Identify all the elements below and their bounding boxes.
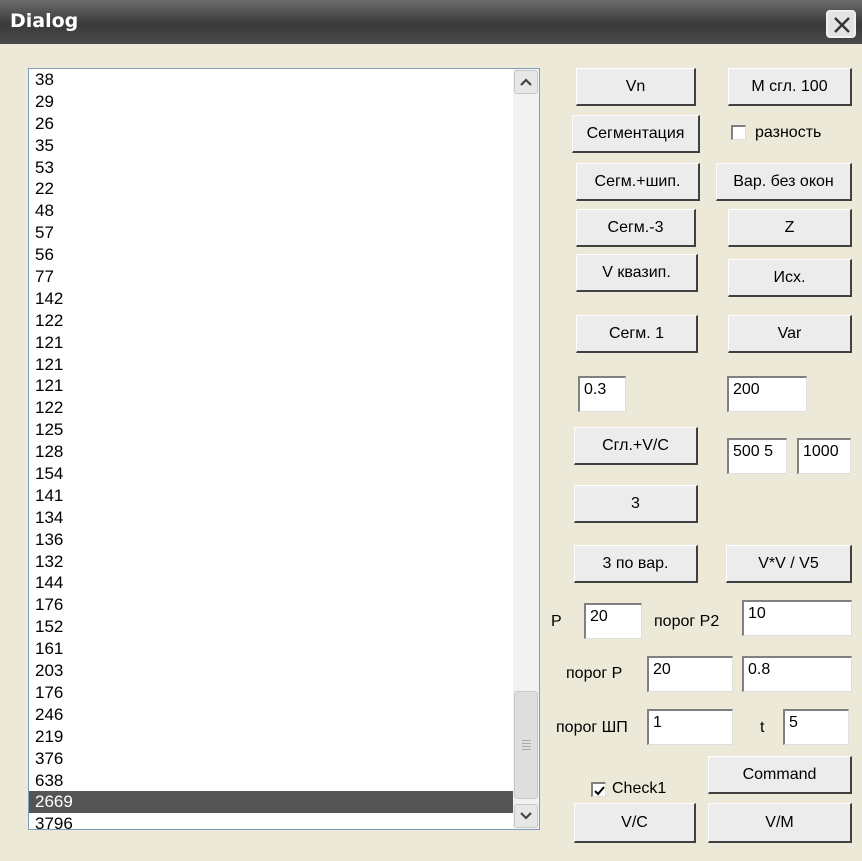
list-item[interactable]: 122 bbox=[29, 397, 513, 419]
field-1000[interactable]: 1000 bbox=[797, 438, 851, 474]
dialog-window: Dialog 38 29 26 35 53 22 48 57 56 77 142 122 121 121 1… bbox=[0, 0, 862, 861]
list-item[interactable]: 176 bbox=[29, 594, 513, 616]
chevron-up-icon bbox=[520, 78, 532, 86]
list-item[interactable]: 2669 bbox=[29, 791, 513, 814]
list-item[interactable]: 56 bbox=[29, 244, 513, 266]
list-item[interactable]: 638 bbox=[29, 770, 513, 792]
list-item[interactable]: 246 bbox=[29, 704, 513, 726]
segmentation-button[interactable]: Сегментация bbox=[572, 115, 700, 153]
seg1-button[interactable]: Сегм. 1 bbox=[576, 315, 698, 353]
difference-label: разность bbox=[755, 124, 822, 141]
list-item[interactable]: 22 bbox=[29, 178, 513, 200]
list-item[interactable]: 176 bbox=[29, 682, 513, 704]
check1-label: Check1 bbox=[612, 780, 667, 797]
list-item[interactable]: 134 bbox=[29, 507, 513, 529]
field-03[interactable]: 0.3 bbox=[578, 376, 626, 412]
list-item[interactable]: 152 bbox=[29, 616, 513, 638]
title-bar: Dialog bbox=[0, 0, 862, 44]
porog-p-field[interactable]: 20 bbox=[647, 656, 733, 692]
values-listbox[interactable]: 38 29 26 35 53 22 48 57 56 77 142 122 121 121 121 122 12… bbox=[28, 68, 540, 830]
scroll-down-button[interactable] bbox=[514, 804, 538, 828]
list-item[interactable]: 203 bbox=[29, 660, 513, 682]
t-label: t bbox=[760, 719, 765, 736]
list-item[interactable]: 26 bbox=[29, 113, 513, 135]
field-08[interactable]: 0.8 bbox=[742, 656, 852, 692]
list-item[interactable]: 136 bbox=[29, 529, 513, 551]
list-item[interactable]: 3796 bbox=[29, 813, 513, 829]
list-item[interactable]: 142 bbox=[29, 288, 513, 310]
vc-button[interactable]: V/C bbox=[574, 803, 696, 843]
list-item[interactable]: 144 bbox=[29, 572, 513, 594]
seg-ship-button[interactable]: Сегм.+шип. bbox=[576, 163, 700, 201]
seg3-button[interactable]: Сегм.-3 bbox=[576, 209, 696, 247]
list-item[interactable]: 29 bbox=[29, 91, 513, 113]
source-button[interactable]: Исх. bbox=[728, 259, 852, 297]
list-item[interactable]: 57 bbox=[29, 222, 513, 244]
list-item[interactable]: 219 bbox=[29, 726, 513, 748]
close-icon bbox=[834, 17, 850, 33]
list-item[interactable]: 121 bbox=[29, 375, 513, 397]
porog-p2-field[interactable]: 10 bbox=[742, 600, 852, 636]
list-item[interactable]: 121 bbox=[29, 354, 513, 376]
list-item[interactable]: 376 bbox=[29, 748, 513, 770]
check1-checkbox[interactable] bbox=[591, 782, 606, 797]
list-item[interactable]: 154 bbox=[29, 463, 513, 485]
t-field[interactable]: 5 bbox=[783, 709, 849, 745]
list-item[interactable]: 53 bbox=[29, 157, 513, 179]
porog-shp-field[interactable]: 1 bbox=[647, 709, 733, 745]
m-sgl-100-button[interactable]: М сгл. 100 bbox=[728, 68, 852, 106]
field-200[interactable]: 200 bbox=[727, 376, 807, 412]
list-item[interactable]: 161 bbox=[29, 638, 513, 660]
list-item[interactable]: 48 bbox=[29, 200, 513, 222]
three-button[interactable]: 3 bbox=[574, 485, 698, 523]
list-item[interactable]: 38 bbox=[29, 69, 513, 91]
vv-v5-button[interactable]: V*V / V5 bbox=[726, 545, 852, 583]
list-item[interactable]: 121 bbox=[29, 332, 513, 354]
list-item[interactable]: 141 bbox=[29, 485, 513, 507]
p-label: P bbox=[551, 613, 562, 630]
command-button[interactable]: Command bbox=[708, 756, 852, 794]
var-button[interactable]: Var bbox=[728, 315, 852, 353]
scroll-thumb[interactable] bbox=[514, 691, 538, 799]
v-quasi-button[interactable]: V квазип. bbox=[576, 254, 698, 292]
var-no-windows-button[interactable]: Вар. без окон bbox=[716, 163, 852, 201]
list-item[interactable]: 132 bbox=[29, 551, 513, 573]
list-item[interactable]: 122 bbox=[29, 310, 513, 332]
close-button[interactable] bbox=[826, 10, 856, 38]
list-item[interactable]: 77 bbox=[29, 266, 513, 288]
porog-shp-label: порог ШП bbox=[556, 719, 628, 736]
list-items: 38 29 26 35 53 22 48 57 56 77 142 122 121 121 121 122 12… bbox=[29, 69, 513, 829]
list-scrollbar[interactable] bbox=[513, 69, 539, 829]
chevron-down-icon bbox=[520, 812, 532, 820]
checkmark-icon bbox=[594, 786, 605, 796]
three-by-var-button[interactable]: 3 по вар. bbox=[574, 545, 698, 583]
list-item[interactable]: 128 bbox=[29, 441, 513, 463]
list-item[interactable]: 35 bbox=[29, 135, 513, 157]
vm-button[interactable]: V/M bbox=[708, 803, 852, 843]
difference-checkbox[interactable] bbox=[731, 125, 746, 140]
list-item[interactable]: 125 bbox=[29, 419, 513, 441]
porog-p-label: порог Р bbox=[566, 665, 623, 682]
porog-p2-label: порог Р2 bbox=[654, 613, 720, 630]
p-field[interactable]: 20 bbox=[584, 603, 642, 639]
sgl-vc-button[interactable]: Сгл.+V/C bbox=[574, 427, 698, 465]
vn-button[interactable]: Vn bbox=[576, 68, 696, 106]
z-button[interactable]: Z bbox=[728, 209, 852, 247]
window-title: Dialog bbox=[10, 10, 79, 32]
scroll-up-button[interactable] bbox=[514, 70, 538, 94]
field-500-5[interactable]: 500 5 bbox=[727, 438, 787, 474]
